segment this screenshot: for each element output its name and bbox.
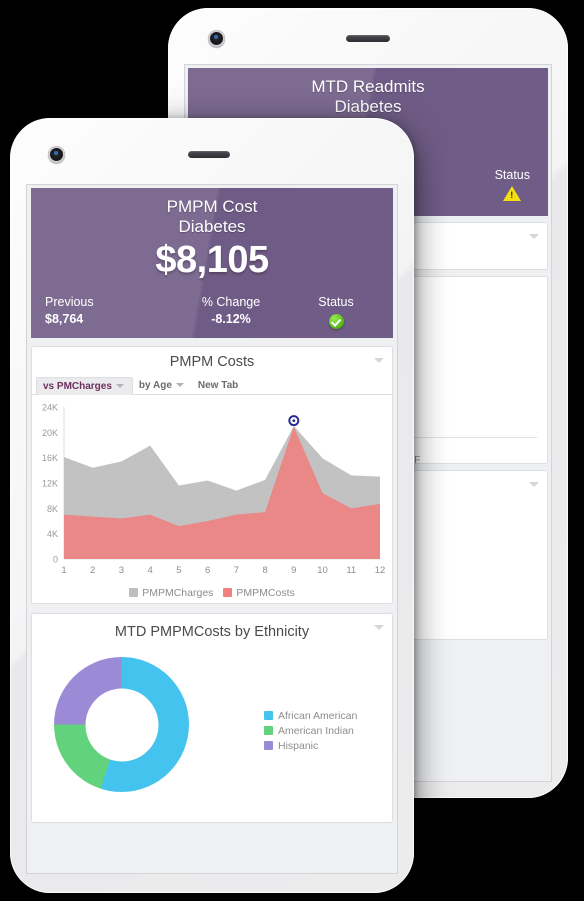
front-phone-screen: PMPM Cost Diabetes $8,105 Previous $8,76…	[26, 184, 398, 874]
warning-triangle-icon	[503, 186, 522, 201]
back-status-label: Status	[494, 168, 530, 182]
tab-vs-pmcharges[interactable]: vs PMCharges	[36, 377, 133, 395]
ethnicity-panel-title: MTD PMPMCosts by Ethnicity	[114, 624, 310, 640]
kpi-previous-value: $8,764	[45, 311, 84, 326]
kpi-previous-label: Previous	[45, 295, 94, 310]
front-camera-icon	[208, 30, 225, 47]
x-axis-tick: 7	[234, 565, 239, 576]
check-circle-icon	[328, 313, 344, 329]
speaker-grille-icon	[188, 151, 230, 158]
front-camera-icon	[48, 146, 65, 163]
y-axis-tick: 12K	[42, 479, 58, 489]
y-axis-tick: 8K	[47, 504, 58, 514]
tab-by-age[interactable]: by Age	[133, 377, 192, 394]
ethnicity-panel: MTD PMPMCosts by Ethnicity African Ameri…	[31, 613, 393, 823]
front-kpi-value: $8,105	[155, 239, 269, 282]
kpi-change-value: -8.12%	[211, 311, 251, 326]
y-axis-tick: 0	[53, 555, 58, 565]
y-axis-tick: 20K	[42, 428, 58, 438]
phone-device-front: PMPM Cost Diabetes $8,105 Previous $8,76…	[10, 118, 414, 893]
x-axis-tick: 11	[346, 565, 356, 576]
pmpm-costs-panel: PMPM Costs vs PMCharges by Age New Tab 0…	[31, 346, 393, 604]
x-axis-tick: 6	[205, 565, 210, 576]
pmpm-area-chart[interactable]: 04K8K12K16K20K24K1 2 3 4 5 6 7 8 9 10 11 12	[34, 399, 386, 581]
x-axis-tick: 2	[90, 565, 95, 576]
chevron-down-icon[interactable]	[529, 234, 539, 239]
screenshot-stage: MTD Readmits Diabetes Status 89101112	[0, 0, 584, 901]
area-chart-wrap: 0 4K 8K 12K 16K 20K 24K 1 2 3 4 5 6 7 8 9 10 11 12	[32, 395, 392, 586]
back-status-block: Status	[495, 168, 530, 206]
donut-legend-item: African American	[264, 709, 357, 724]
highlight-marker-dot	[292, 419, 296, 423]
donut-ring[interactable]	[54, 657, 189, 792]
kpi-previous-cell: Previous $8,764	[45, 294, 169, 334]
donut-legend-item: Hispanic	[264, 739, 357, 754]
front-phone-top-bezel	[10, 118, 414, 174]
x-axis-tick: 9	[291, 565, 296, 576]
legend-pmpmcharges: PMPMCharges	[129, 587, 213, 599]
speaker-grille-icon	[346, 35, 390, 42]
tab-new-tab-label: New Tab	[197, 380, 239, 391]
chevron-down-icon[interactable]	[374, 358, 384, 363]
area-chart-legend: PMPMCharges PMPMCosts	[32, 586, 392, 604]
back-kpi-title-text: MTD Readmits	[311, 77, 425, 96]
x-axis-tick: 4	[148, 565, 153, 576]
back-phone-top-bezel	[168, 8, 568, 64]
tab-vs-pmcharges-label: vs PMCharges	[43, 381, 112, 392]
kpi-change-cell: % Change -8.12%	[169, 294, 293, 334]
kpi-status-cell: Status	[293, 294, 379, 334]
chevron-down-icon	[115, 384, 124, 389]
front-kpi-subtitle-text: Diabetes	[178, 217, 246, 237]
x-axis-tick: 1	[61, 565, 66, 576]
chevron-down-icon	[175, 383, 184, 388]
x-axis-tick: 10	[317, 565, 328, 576]
donut-legend: African American American Indian Hispani…	[264, 709, 357, 754]
x-axis-tick: 12	[375, 565, 386, 576]
front-kpi-title-text: PMPM Cost	[166, 197, 258, 216]
kpi-status-label: Status	[318, 295, 354, 310]
chevron-down-icon[interactable]	[374, 625, 384, 630]
x-axis-tick: 8	[262, 565, 267, 576]
pmpm-costs-tabs: vs PMCharges by Age New Tab	[32, 373, 392, 395]
front-kpi-header: PMPM Cost Diabetes $8,105 Previous $8,76…	[31, 188, 393, 338]
donut-legend-item: American Indian	[264, 724, 357, 739]
kpi-change-label: % Change	[201, 295, 261, 310]
legend-pmpmcosts: PMPMCosts	[223, 587, 295, 599]
donut-hole	[85, 688, 158, 761]
x-axis-tick: 3	[119, 565, 124, 576]
front-kpi-title: PMPM Cost Diabetes	[31, 188, 393, 237]
ethnicity-donut-chart: African American American Indian Hispani…	[32, 653, 392, 792]
tab-new-tab[interactable]: New Tab	[192, 377, 246, 394]
back-kpi-subtitle-text: Diabetes	[334, 97, 402, 117]
y-axis-tick: 16K	[42, 453, 58, 463]
back-kpi-title: MTD Readmits Diabetes	[188, 68, 548, 117]
tab-by-age-label: by Age	[138, 380, 172, 391]
x-axis-tick: 5	[176, 565, 181, 576]
front-kpi-metrics-row: Previous $8,764 % Change -8.12% Status	[31, 282, 393, 346]
pmpm-costs-panel-title: PMPM Costs	[169, 354, 255, 370]
y-axis-tick: 24K	[42, 403, 58, 413]
chevron-down-icon[interactable]	[529, 482, 539, 487]
y-axis-tick: 4K	[47, 529, 58, 539]
